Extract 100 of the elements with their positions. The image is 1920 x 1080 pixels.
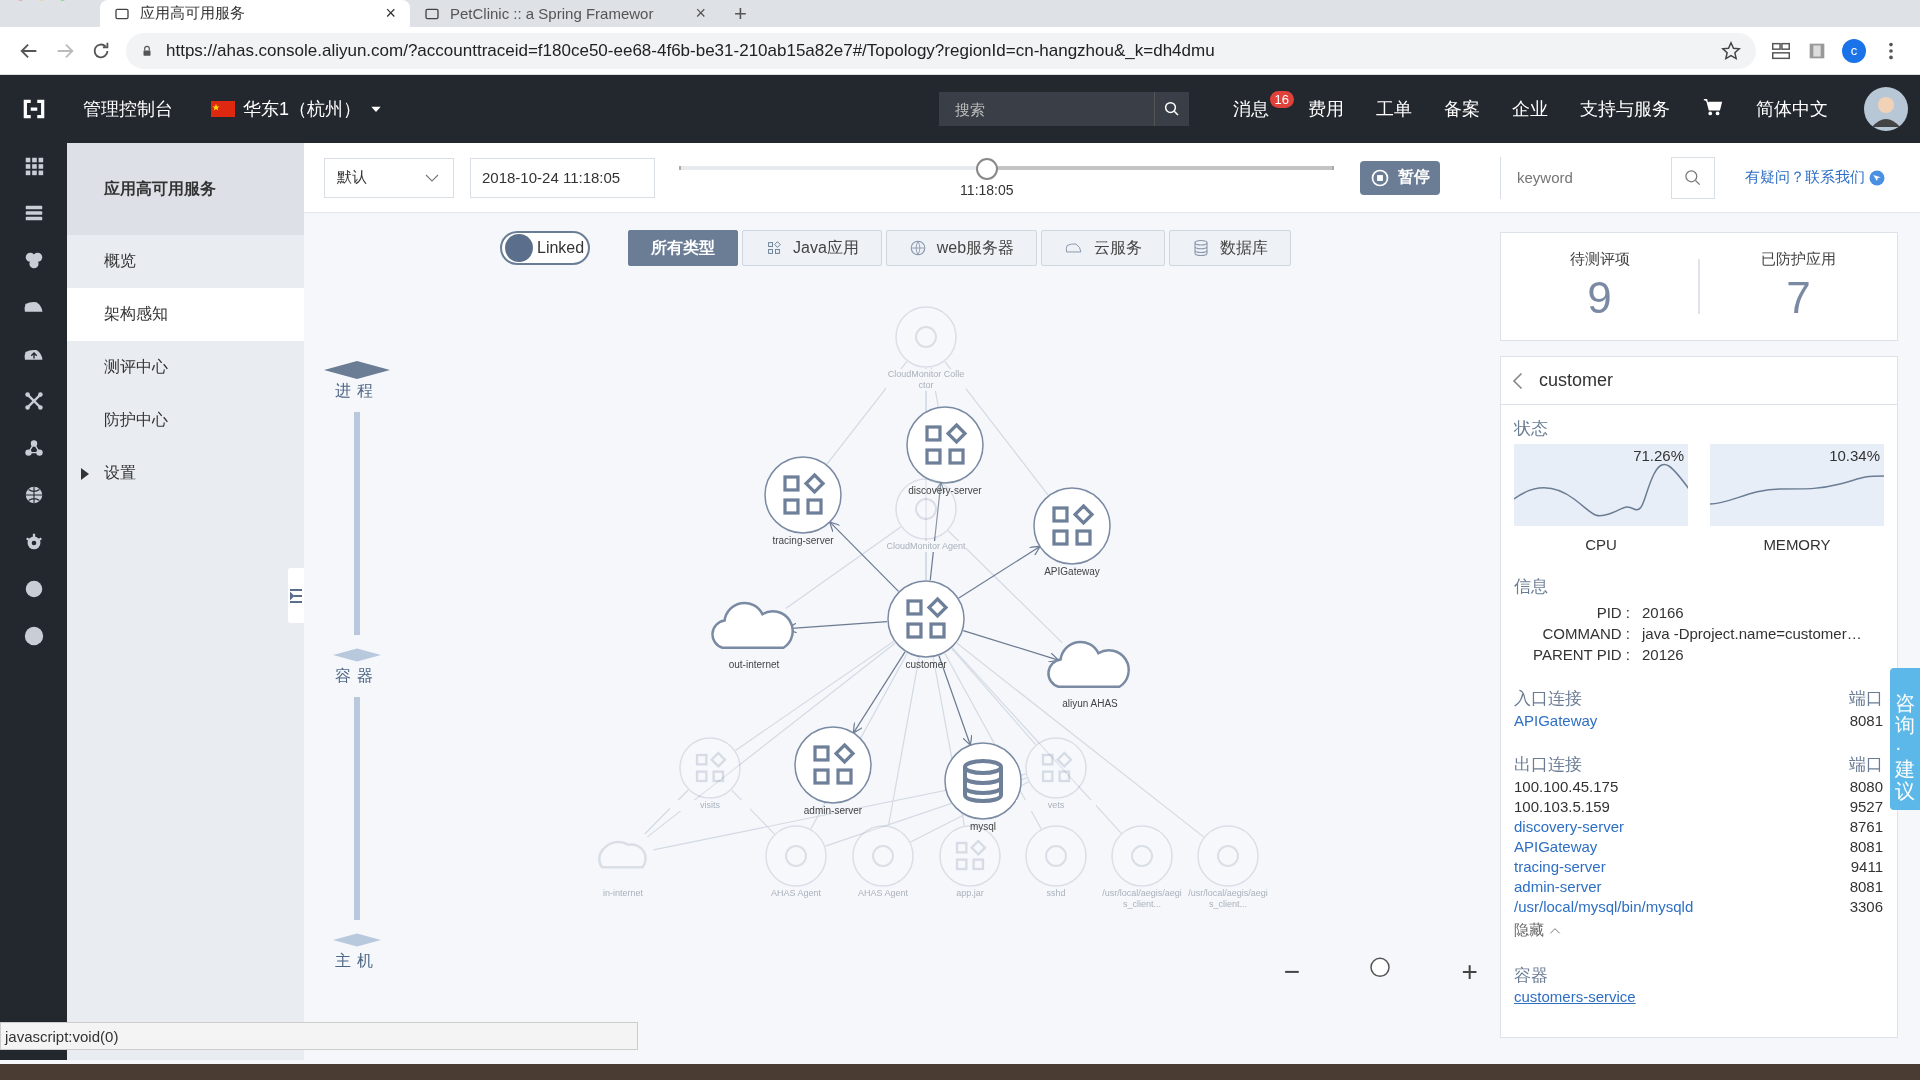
app-node-icon[interactable] <box>887 580 965 658</box>
type-filter-button[interactable]: 所有类型 <box>628 230 738 266</box>
type-filter-button[interactable]: 数据库 <box>1169 230 1292 266</box>
metric-name: MEMORY <box>1763 536 1831 553</box>
node-label: discovery-server <box>907 485 983 497</box>
layer-label: 容器 <box>335 666 379 686</box>
connection-link[interactable]: admin-server <box>1514 877 1602 897</box>
info-key: PARENT PID : <box>1514 644 1630 665</box>
type-filter-button[interactable]: Java应用 <box>742 230 882 266</box>
stat-value: 9 <box>1587 273 1612 323</box>
info-value: 20166 <box>1642 603 1685 623</box>
keyword-input[interactable]: keyword <box>1501 156 1671 199</box>
linked-toggle[interactable]: Linked <box>500 231 590 265</box>
node-label: vets <box>1016 800 1096 811</box>
app-node-icon[interactable] <box>794 726 872 804</box>
type-filter-button[interactable]: web服务器 <box>885 230 1038 266</box>
send-icon[interactable] <box>1868 168 1886 187</box>
new-tab-button[interactable]: + <box>720 0 761 27</box>
node-label: /usr/local/aegis/aegis_client... <box>1188 888 1268 910</box>
agent-node-icon[interactable] <box>1111 825 1173 887</box>
profile-avatar[interactable]: c <box>1842 38 1866 63</box>
connection-link[interactable]: tracing-server <box>1514 857 1606 877</box>
connection-address: 100.100.45.175 <box>1514 777 1619 797</box>
info-value: 20126 <box>1642 645 1685 665</box>
network-icon[interactable] <box>22 437 45 459</box>
search-icon[interactable] <box>1162 100 1181 118</box>
agent-node-icon[interactable] <box>1025 825 1087 887</box>
node-label: visits <box>670 800 750 811</box>
nav-link[interactable]: 企业 <box>1496 97 1564 121</box>
connection-link[interactable]: /usr/local/mysql/bin/mysqld <box>1514 897 1694 917</box>
type-filter-button[interactable]: 云服务 <box>1041 230 1166 266</box>
agent-node-icon[interactable] <box>1197 825 1259 887</box>
connection-link[interactable]: APIGateway <box>1514 837 1598 857</box>
circle-icon[interactable] <box>22 625 45 647</box>
node-label: CloudMonitor Collector <box>886 369 966 391</box>
port-number: 9527 <box>1849 797 1883 817</box>
keyword-field[interactable]: keyword <box>1500 156 1715 199</box>
zoom-thumb-icon[interactable] <box>1370 957 1390 978</box>
port-number: 3306 <box>1849 897 1883 917</box>
pause-button[interactable]: 暂停 <box>1360 160 1440 195</box>
cloud-node-icon[interactable] <box>1047 640 1130 689</box>
search-field[interactable]: 搜索 <box>938 92 1189 126</box>
address-bar[interactable]: https://ahas.console.aliyun.com/?accounttraceid=f180ce50-ee68-4f6b-be31-210ab15a82e7#/Topology?regionId=cn-hangzhou&_k=dh4dmu <box>126 32 1756 69</box>
help-link[interactable]: 有疑问？联系我们 <box>1745 168 1865 187</box>
layer-label: 进程 <box>335 381 379 401</box>
connection-link[interactable]: APIGateway <box>1514 711 1598 731</box>
language-link[interactable]: 简体中文 <box>1740 97 1844 121</box>
metric-reading: 10.34% <box>1829 447 1880 464</box>
section-heading: 出口连接 <box>1514 754 1582 776</box>
sidebar-item[interactable]: 概览 <box>67 235 304 288</box>
app-node-icon[interactable] <box>1033 487 1111 565</box>
slider-thumb[interactable] <box>975 157 998 180</box>
agent-node-icon[interactable] <box>765 825 827 887</box>
column-heading: 端口 <box>1849 688 1883 710</box>
database-icon <box>1192 239 1211 257</box>
nav-link[interactable]: 工单 <box>1360 97 1428 121</box>
time-label: 11:18:05 <box>960 181 1014 198</box>
column-heading: 端口 <box>1849 754 1883 776</box>
connection-link[interactable]: discovery-server <box>1514 817 1625 837</box>
count-badge: 16 <box>1269 90 1294 108</box>
nav-link[interactable]: 费用 <box>1292 97 1360 121</box>
container-link[interactable]: customers-service <box>1514 987 1636 1007</box>
sidebar-item[interactable]: 测评中心 <box>67 341 304 394</box>
stat-label: 待测评项 <box>1569 250 1630 269</box>
node-label: tracing-server <box>771 535 835 547</box>
agent-node-icon[interactable] <box>895 306 957 368</box>
view-dropdown[interactable]: 默认 <box>324 157 454 198</box>
close-tab-button[interactable]: × <box>695 3 706 24</box>
info-key: PID : <box>1514 602 1630 623</box>
info-value: java -Dproject.name=customer… <box>1642 624 1863 644</box>
browser-tab[interactable]: PetClinic :: a Spring Framewor × <box>410 0 720 27</box>
agent-node-icon[interactable] <box>852 825 914 887</box>
nav-link[interactable]: 支持与服务 <box>1564 97 1686 121</box>
avatar-icon[interactable] <box>1864 87 1908 131</box>
sidebar-title: 应用高可用服务 <box>67 143 304 235</box>
database-node-icon[interactable] <box>944 742 1022 820</box>
app-node-icon[interactable] <box>764 456 842 534</box>
console-link[interactable]: 管理控制台 <box>83 97 173 121</box>
cross-icon[interactable] <box>22 390 45 412</box>
zoom-out-button[interactable]: − <box>1283 958 1301 986</box>
sidebar-item[interactable]: 架构感知 <box>67 288 304 341</box>
node-label: mysql <box>968 821 998 833</box>
collapse-handle[interactable] <box>288 568 304 623</box>
zoom-in-button[interactable]: + <box>1461 958 1478 986</box>
status-url: javascript:void(0) <box>0 1022 638 1050</box>
nav-link[interactable]: 备案 <box>1428 97 1496 121</box>
sidebar-item[interactable]: 设置 <box>67 447 304 500</box>
cloud-node-icon[interactable] <box>711 601 794 650</box>
nav-link[interactable]: 消息 <box>1216 97 1269 121</box>
close-tab-button[interactable]: × <box>385 3 396 24</box>
star-icon[interactable] <box>1720 39 1742 62</box>
sidebar-item[interactable]: 防护中心 <box>67 394 304 447</box>
app-node-icon[interactable] <box>906 406 984 484</box>
info-key: COMMAND : <box>1514 623 1630 644</box>
region-selector[interactable]: 华东1（杭州） <box>211 97 383 121</box>
stat-value: 7 <box>1786 273 1811 323</box>
browser-tab[interactable]: 应用高可用服务 × <box>100 0 410 27</box>
hide-link[interactable]: 隐藏 <box>1514 921 1544 940</box>
detail-title: customer <box>1539 370 1614 391</box>
date-field[interactable]: 2018-10-24 11:18:05 <box>470 157 655 198</box>
